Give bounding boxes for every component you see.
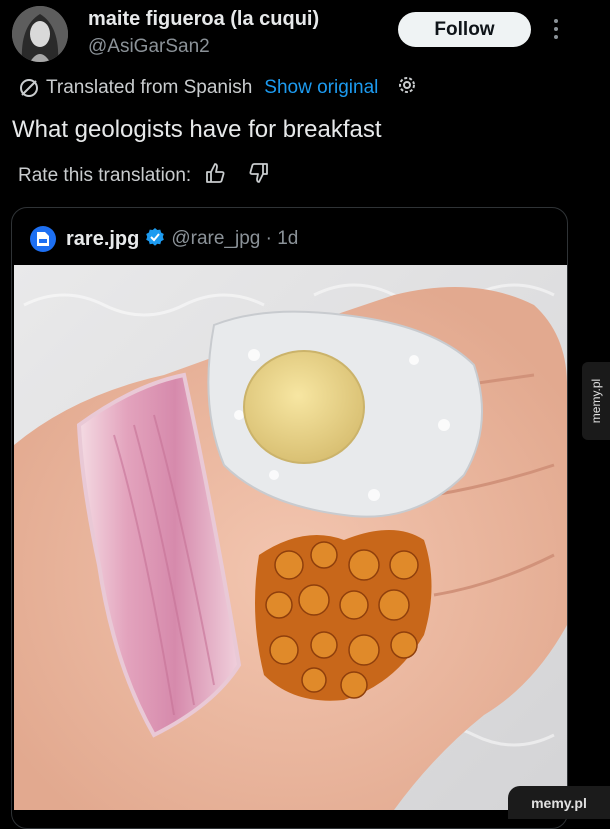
watermark-side-text: memy.pl — [589, 378, 604, 424]
quoted-author-name[interactable]: rare.jpg — [66, 228, 139, 251]
more-vertical-icon — [554, 19, 558, 39]
thumbs-up-icon — [206, 163, 225, 183]
gear-icon — [399, 77, 416, 93]
watermark-corner: memy.pl — [508, 786, 610, 819]
tweet-text: What geologists have for breakfast — [12, 116, 382, 143]
translate-icon — [20, 79, 38, 97]
rate-translation-label: Rate this translation: — [18, 165, 192, 186]
rate-thumbs-up-button[interactable] — [203, 161, 227, 191]
rate-thumbs-down-button[interactable] — [247, 161, 271, 191]
thumbs-down-icon — [249, 163, 269, 183]
quoted-author-avatar[interactable] — [30, 226, 56, 252]
quoted-tweet-card[interactable]: rare.jpg @rare_jpg · 1d — [11, 207, 568, 829]
translated-from-label: Translated from Spanish — [46, 77, 253, 98]
translation-notice: Translated from Spanish Show original — [18, 74, 418, 102]
rate-translation-row: Rate this translation: — [18, 162, 271, 190]
author-display-name[interactable]: maite figueroa (la cuqui) — [88, 8, 319, 31]
author-avatar[interactable] — [12, 6, 68, 62]
author-handle[interactable]: @AsiGarSan2 — [88, 36, 210, 58]
follow-button[interactable]: Follow — [398, 12, 531, 47]
breakfast-rocks-photo[interactable] — [14, 265, 567, 810]
translation-settings-button[interactable] — [396, 74, 418, 102]
show-original-link[interactable]: Show original — [264, 77, 378, 99]
quoted-tweet-header: rare.jpg @rare_jpg · 1d — [30, 224, 298, 254]
file-image-icon — [37, 232, 49, 246]
verified-badge-icon — [145, 227, 165, 252]
watermark-side-tab: memy.pl — [582, 362, 610, 440]
quoted-author-handle-time[interactable]: @rare_jpg · 1d — [171, 228, 298, 250]
more-options-button[interactable] — [548, 14, 564, 44]
